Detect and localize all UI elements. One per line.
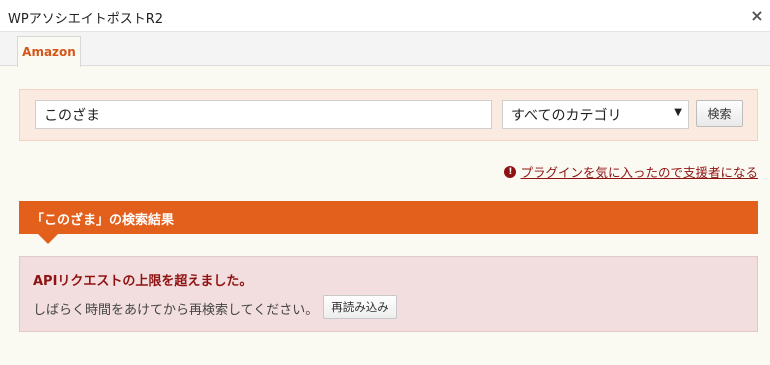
chevron-down-icon: ▼ [674, 107, 682, 118]
error-panel: APIリクエストの上限を超えました。 しばらく時間をあけてから再検索してください… [19, 256, 758, 332]
dialog-title: WPアソシエイトポストR2 [8, 12, 163, 27]
search-panel: すべてのカテゴリ ▼ 検索 [19, 89, 758, 141]
support-link-row: ! プラグインを気に入ったので支援者になる [504, 162, 758, 181]
search-button[interactable]: 検索 [696, 100, 743, 127]
reload-button[interactable]: 再読み込み [323, 295, 397, 319]
tab-amazon[interactable]: Amazon [17, 36, 81, 67]
error-title: APIリクエストの上限を超えました。 [33, 274, 253, 289]
exclamation-circle-icon: ! [504, 165, 517, 178]
close-icon[interactable]: × [746, 4, 768, 26]
dialog-titlebar: WPアソシエイトポストR2 × [0, 0, 770, 32]
support-link[interactable]: プラグインを気に入ったので支援者になる [520, 162, 758, 181]
error-message: しばらく時間をあけてから再検索してください。 [33, 303, 319, 318]
category-select-value: すべてのカテゴリ [511, 108, 622, 124]
results-header: 「このざま」の検索結果 [19, 201, 758, 234]
search-input[interactable] [35, 100, 492, 129]
results-header-arrow [38, 234, 58, 244]
category-select[interactable]: すべてのカテゴリ ▼ [502, 100, 689, 129]
tab-bar: Amazon [0, 32, 770, 67]
